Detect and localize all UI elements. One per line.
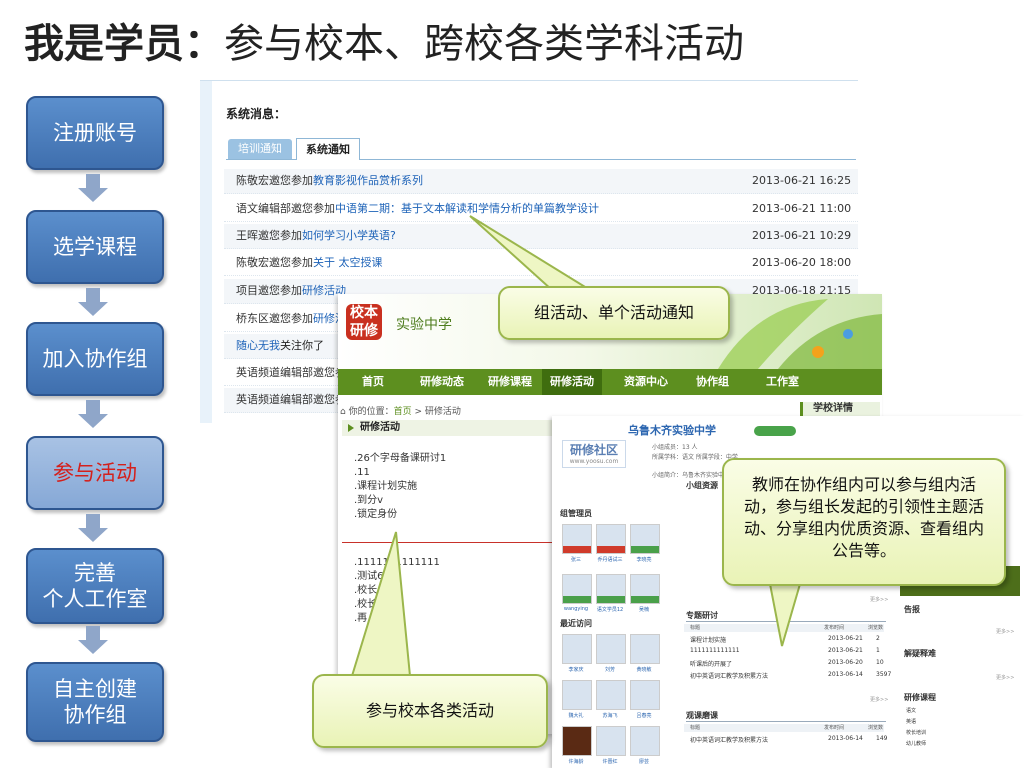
callout-tails — [350, 215, 802, 677]
callout-group-activity: 教师在协作组内可以参与组内活动，参与组长发起的引领性主题活动、分享组内优质资源、… — [722, 458, 1006, 586]
callout-school-activity: 参与校本各类活动 — [312, 674, 548, 748]
callout-activity-notice: 组活动、单个活动通知 — [498, 286, 730, 340]
